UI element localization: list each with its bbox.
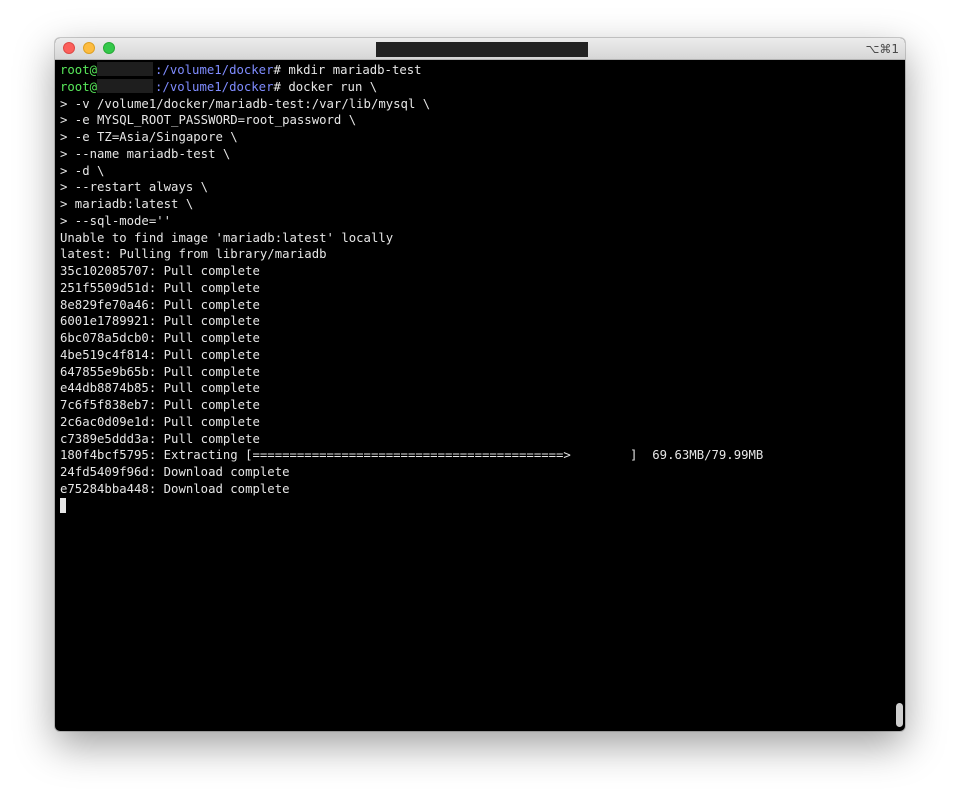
terminal-window: ⌥⌘1 root@:/volume1/docker# mkdir mariadb… bbox=[55, 38, 905, 731]
prompt-user: root@ bbox=[60, 63, 98, 77]
output-line: 6bc078a5dcb0: Pull complete bbox=[60, 331, 260, 345]
prompt-user: root@ bbox=[60, 79, 98, 94]
redacted-hostname bbox=[97, 78, 154, 93]
close-window-button[interactable] bbox=[63, 42, 75, 54]
output-line: 2c6ac0d09e1d: Pull complete bbox=[60, 414, 260, 429]
output-line: 7c6f5f838eb7: Pull complete bbox=[60, 398, 260, 412]
output-line: c7389e5ddd3a: Pull complete bbox=[60, 431, 260, 446]
prompt-path: :/volume1/docker bbox=[155, 79, 274, 94]
continuation-line: > --restart always \ bbox=[60, 180, 209, 195]
continuation-line: > --sql-mode='' bbox=[60, 213, 172, 228]
output-line: 251f5509d51d: Pull complete bbox=[60, 280, 260, 295]
prompt-line: root@ :/volume1/docker# mkdir mariadb-tes… bbox=[60, 62, 885, 79]
continuation-line: > -d \ bbox=[60, 163, 105, 178]
output-line: 35c102085707: Pull complete bbox=[60, 264, 260, 278]
cursor-line bbox=[60, 497, 885, 515]
continuation-line: > --name mariadb-test \ bbox=[60, 146, 231, 161]
prompt-path: :/volume1/docker bbox=[155, 63, 274, 77]
output-line: 6001e1789921: Pull complete bbox=[60, 314, 260, 329]
output-line: 8e829fe70a46: Pull complete bbox=[60, 297, 260, 312]
text-cursor bbox=[60, 497, 66, 513]
prompt-symbol: # bbox=[273, 79, 289, 94]
scrollbar-thumb[interactable] bbox=[896, 703, 903, 727]
continuation-line: > -v /volume1/docker/mariadb-test:/var/l… bbox=[60, 96, 431, 111]
continuation-line: > -e TZ=Asia/Singapore \ bbox=[60, 130, 238, 144]
output-line: Unable to find image 'mariadb:latest' lo… bbox=[60, 230, 394, 245]
zoom-window-button[interactable] bbox=[103, 42, 115, 54]
redacted-window-title bbox=[376, 42, 588, 57]
output-line: 24fd5409f96d: Download complete bbox=[60, 465, 290, 479]
vertical-scrollbar[interactable] bbox=[893, 62, 903, 729]
command-text: mkdir mariadb-test bbox=[288, 63, 422, 77]
title-bar[interactable]: ⌥⌘1 bbox=[55, 38, 905, 60]
output-line: e75284bba448: Download complete bbox=[60, 481, 290, 496]
continuation-line: > mariadb:latest \ bbox=[60, 197, 194, 211]
output-line: latest: Pulling from library/mariadb bbox=[60, 247, 327, 262]
prompt-symbol: # bbox=[273, 63, 289, 77]
minimize-window-button[interactable] bbox=[83, 42, 95, 54]
output-line: 4be519c4f814: Pull complete bbox=[60, 347, 260, 362]
output-line: 647855e9b65b: Pull complete bbox=[60, 364, 260, 379]
terminal-content[interactable]: root@:/volume1/docker# mkdir mariadb-tes… bbox=[60, 62, 885, 727]
redacted-hostname bbox=[97, 62, 154, 76]
continuation-line: > -e MYSQL_ROOT_PASSWORD=root_password \ bbox=[60, 113, 357, 128]
output-line: e44db8874b85: Pull complete bbox=[60, 381, 260, 396]
window-shortcut-label: ⌥⌘1 bbox=[865, 42, 899, 56]
command-text: docker run \ bbox=[288, 79, 378, 94]
prompt-line: root@ :/volume1/docker# docker run \ bbox=[60, 78, 885, 96]
extract-progress-line: 180f4bcf5795: Extracting [==============… bbox=[60, 448, 764, 463]
